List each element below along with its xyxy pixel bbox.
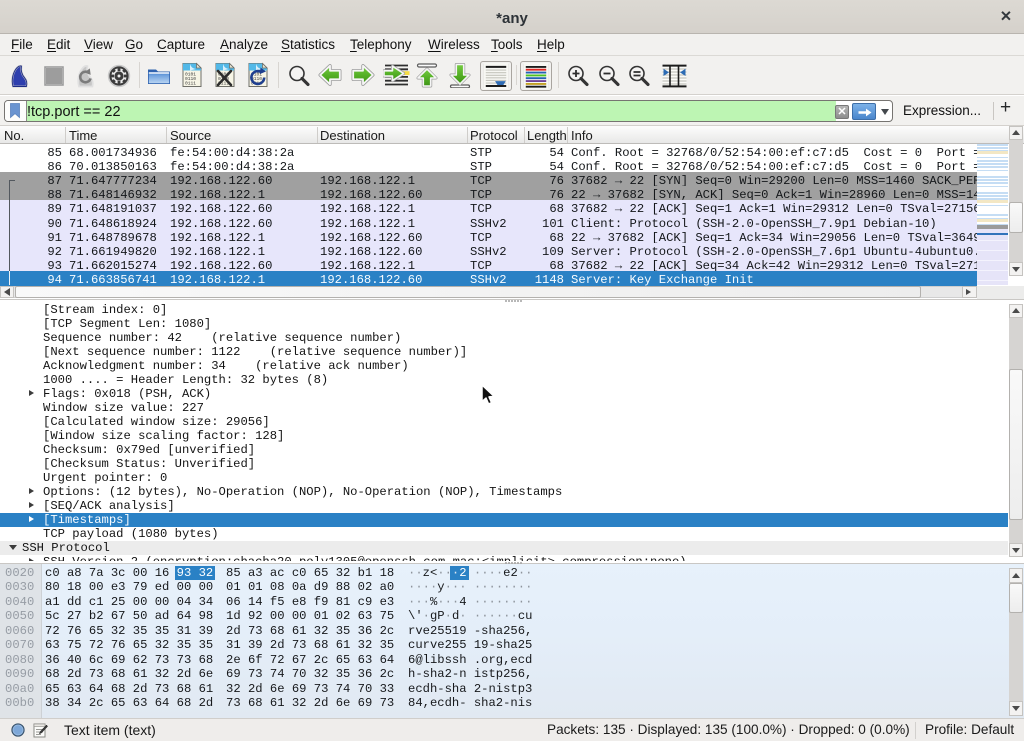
svg-text:0111: 0111 [185,81,196,87]
